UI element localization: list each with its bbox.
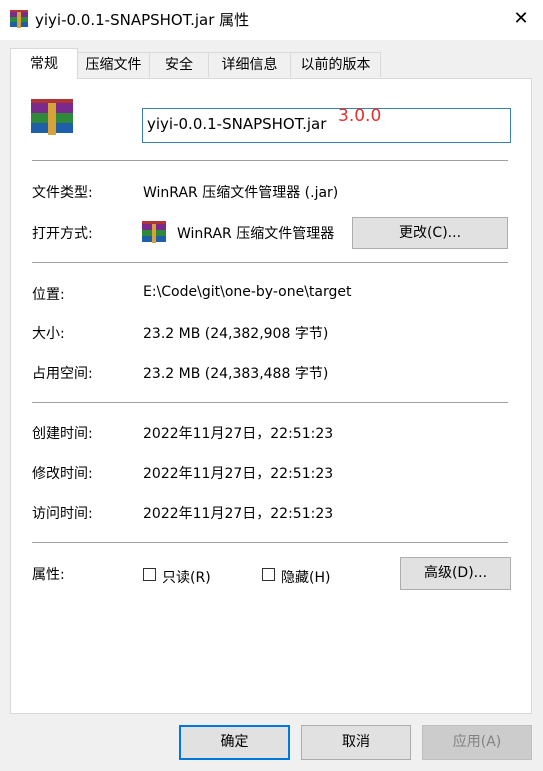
location-label: 位置: — [32, 287, 65, 303]
file-type-label: 文件类型: — [32, 185, 93, 201]
filename-text: yiyi-0.0.1-SNAPSHOT.jar — [147, 115, 327, 133]
tab-details[interactable]: 详细信息 — [208, 52, 291, 77]
readonly-checkbox[interactable] — [143, 568, 156, 581]
accessed-label: 访问时间: — [32, 506, 93, 522]
version-annotation: 3.0.0 — [338, 106, 382, 126]
close-icon[interactable]: ✕ — [505, 4, 537, 34]
divider — [32, 262, 508, 263]
tab-general[interactable]: 常规 — [10, 48, 78, 79]
tab-previous-versions[interactable]: 以前的版本 — [290, 52, 381, 77]
disk-size-label: 占用空间: — [32, 366, 93, 382]
apply-button[interactable]: 应用(A) — [422, 725, 532, 760]
ok-button[interactable]: 确定 — [179, 725, 290, 760]
created-value: 2022年11月27日，22:51:23 — [143, 426, 334, 442]
size-value: 23.2 MB (24,382,908 字节) — [143, 326, 329, 342]
open-with-value: WinRAR 压缩文件管理器 — [177, 226, 335, 242]
modified-value: 2022年11月27日，22:51:23 — [143, 466, 334, 482]
file-type-value: WinRAR 压缩文件管理器 (.jar) — [143, 185, 339, 201]
hidden-checkbox[interactable] — [262, 568, 275, 581]
attributes-label: 属性: — [32, 567, 65, 583]
divider — [32, 160, 508, 161]
location-value: E:\Code\git\one-by-one\target — [143, 284, 352, 300]
winrar-archive-icon — [31, 99, 73, 137]
created-label: 创建时间: — [32, 426, 93, 442]
title-bar: yiyi-0.0.1-SNAPSHOT.jar 属性 ✕ — [0, 0, 543, 40]
filename-field[interactable]: yiyi-0.0.1-SNAPSHOT.jar — [142, 108, 511, 143]
general-panel — [10, 78, 532, 714]
winrar-archive-icon — [10, 10, 28, 28]
divider — [32, 542, 508, 543]
change-button[interactable]: 更改(C)... — [352, 217, 508, 249]
hidden-label[interactable]: 隐藏(H) — [281, 567, 330, 587]
readonly-label[interactable]: 只读(R) — [162, 567, 211, 587]
size-label: 大小: — [32, 326, 65, 342]
open-with-label: 打开方式: — [32, 226, 93, 242]
accessed-value: 2022年11月27日，22:51:23 — [143, 506, 334, 522]
cancel-button[interactable]: 取消 — [301, 725, 411, 760]
modified-label: 修改时间: — [32, 466, 93, 482]
advanced-button[interactable]: 高级(D)... — [400, 557, 511, 590]
divider — [32, 402, 508, 403]
disk-size-value: 23.2 MB (24,383,488 字节) — [143, 366, 329, 382]
winrar-app-icon — [142, 221, 166, 243]
window-title: yiyi-0.0.1-SNAPSHOT.jar 属性 — [35, 11, 250, 29]
tab-archive[interactable]: 压缩文件 — [77, 52, 150, 77]
tab-security[interactable]: 安全 — [149, 52, 209, 77]
